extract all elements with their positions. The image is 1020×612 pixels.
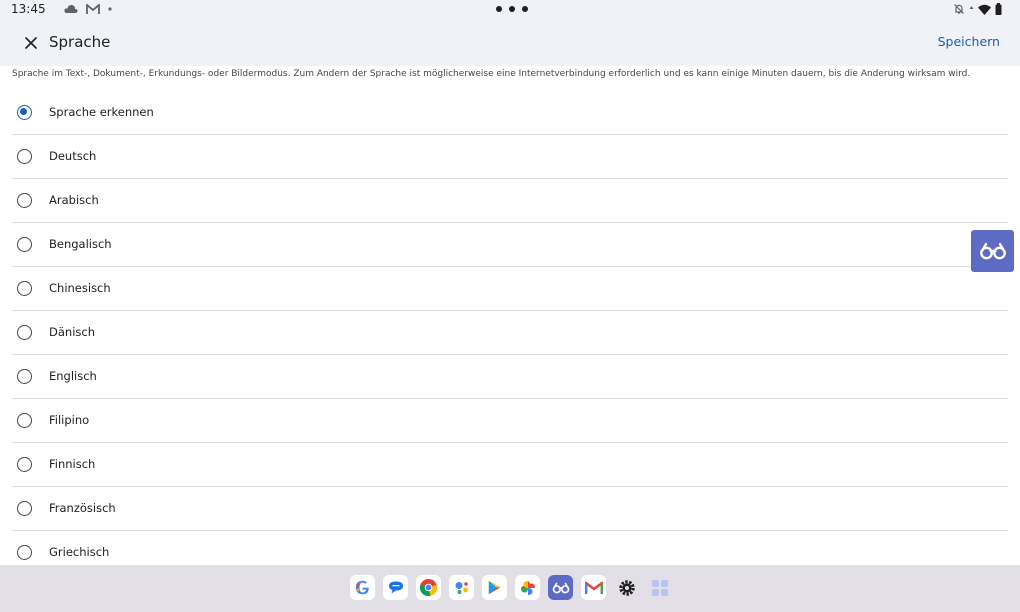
page-title: Sprache: [49, 33, 111, 51]
assistant-icon: [455, 581, 468, 594]
messages-icon: [388, 581, 403, 593]
lookout-app[interactable]: [548, 575, 573, 600]
language-label: Sprache erkennen: [49, 105, 154, 119]
radio-selected-icon[interactable]: [17, 105, 32, 120]
lookout-icon: [552, 582, 569, 593]
language-option[interactable]: Arabisch: [12, 179, 1008, 223]
radio-unselected-icon[interactable]: [17, 501, 32, 516]
taskbar: [0, 565, 1020, 612]
photos-icon: [520, 580, 535, 595]
language-option[interactable]: Dänisch: [12, 311, 1008, 355]
status-notification-icons: [64, 3, 112, 15]
app-bar: Sprache Speichern: [0, 20, 1020, 66]
radio-unselected-icon[interactable]: [17, 457, 32, 472]
battery-icon: [995, 3, 1002, 15]
radio-unselected-icon[interactable]: [17, 545, 32, 560]
status-bar: 13:45: [0, 0, 1020, 20]
app-dock: [350, 575, 672, 600]
play-store-icon: [488, 580, 501, 595]
radio-unselected-icon[interactable]: [17, 325, 32, 340]
radio-unselected-icon[interactable]: [17, 369, 32, 384]
radio-unselected-icon[interactable]: [17, 237, 32, 252]
language-label: Deutsch: [49, 149, 97, 163]
more-notifications-dot-icon: [108, 7, 112, 11]
language-list: Sprache erkennen Deutsch Arabisch Bengal…: [12, 91, 1008, 575]
language-option[interactable]: Französisch: [12, 487, 1008, 531]
floating-lookout-button[interactable]: [971, 230, 1014, 272]
status-system-icons: [953, 3, 1002, 15]
play-store-app[interactable]: [482, 575, 507, 600]
photos-app[interactable]: [515, 575, 540, 600]
language-description: Sprache im Text-, Dokument-, Erkundungs-…: [12, 69, 971, 79]
settings-app[interactable]: [614, 575, 639, 600]
chrome-app[interactable]: [416, 575, 441, 600]
radio-unselected-icon[interactable]: [17, 149, 32, 164]
settings-icon: [618, 579, 635, 596]
app-drawer[interactable]: [647, 575, 672, 600]
gmail-notification-icon: [86, 3, 100, 14]
language-option[interactable]: Bengalisch: [12, 223, 1008, 267]
radio-unselected-icon[interactable]: [17, 413, 32, 428]
gmail-icon: [584, 581, 603, 594]
gmail-app[interactable]: [581, 575, 606, 600]
radio-unselected-icon[interactable]: [17, 193, 32, 208]
save-button[interactable]: Speichern: [938, 34, 1000, 49]
google-icon: [355, 580, 369, 595]
language-option[interactable]: Finnisch: [12, 443, 1008, 487]
language-option[interactable]: Filipino: [12, 399, 1008, 443]
language-label: Griechisch: [49, 545, 110, 559]
app-drawer-icon: [651, 579, 668, 596]
messages-app[interactable]: [383, 575, 408, 600]
chrome-icon: [419, 578, 438, 597]
language-label: Finnisch: [49, 457, 96, 471]
close-icon: [25, 37, 37, 49]
language-label: Arabisch: [49, 193, 99, 207]
language-option[interactable]: Sprache erkennen: [12, 91, 1008, 135]
google-app[interactable]: [350, 575, 375, 600]
language-label: Bengalisch: [49, 237, 112, 251]
language-label: Chinesisch: [49, 281, 111, 295]
language-option[interactable]: Englisch: [12, 355, 1008, 399]
language-option[interactable]: Chinesisch: [12, 267, 1008, 311]
multitasking-dots-icon[interactable]: [496, 6, 528, 12]
data-arrow-icon: [969, 6, 974, 9]
close-button[interactable]: [18, 30, 44, 56]
assistant-app[interactable]: [449, 575, 474, 600]
radio-unselected-icon[interactable]: [17, 281, 32, 296]
wifi-icon: [978, 4, 991, 15]
language-option[interactable]: Deutsch: [12, 135, 1008, 179]
weather-cloud-icon: [64, 5, 78, 13]
binoculars-icon: [979, 242, 1006, 260]
language-label: Französisch: [49, 501, 116, 515]
notifications-off-icon: [954, 4, 964, 14]
language-label: Englisch: [49, 369, 97, 383]
language-label: Filipino: [49, 413, 90, 427]
status-time: 13:45: [11, 2, 46, 16]
language-label: Dänisch: [49, 325, 95, 339]
